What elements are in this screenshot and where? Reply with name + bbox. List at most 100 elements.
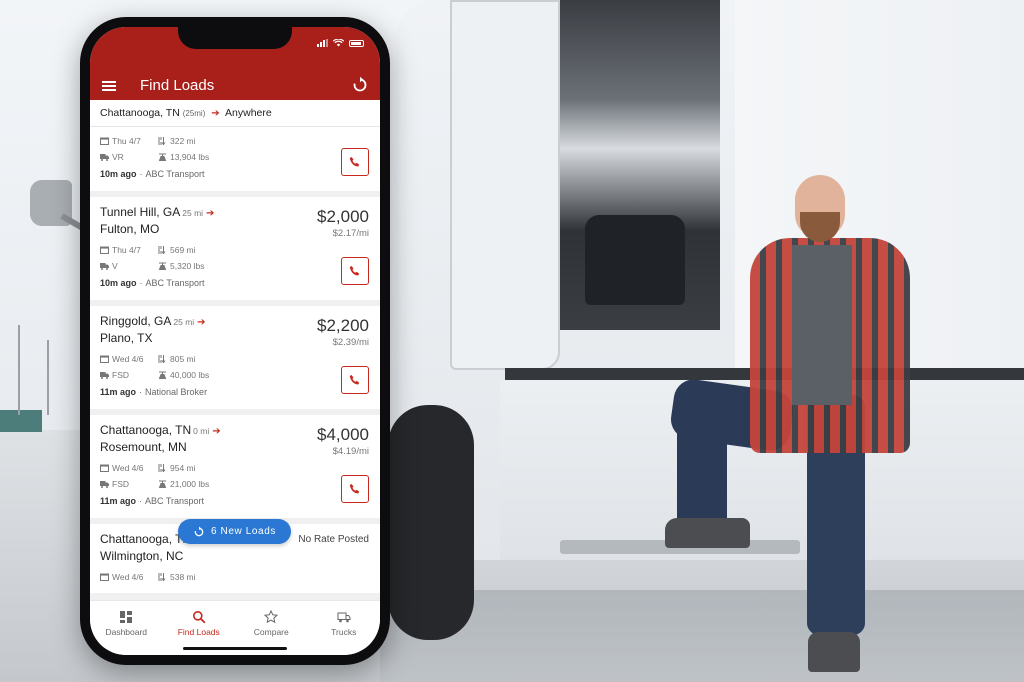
load-broker: National Broker [145,387,208,397]
open-cab-door [450,0,560,370]
weight-icon [158,262,167,270]
load-card[interactable]: Ringgold, GA 25 mi ➔ Plano, TX $2,200 $2.3… [90,306,380,409]
tab-label: Trucks [331,627,357,637]
load-equipment: V [112,261,118,271]
distance-icon [158,464,166,472]
page-title: Find Loads [140,77,215,94]
load-origin: Chattanooga, TN [100,423,192,437]
load-age: 11m ago [100,496,137,506]
driver-boot [665,518,750,548]
call-button[interactable] [341,257,369,285]
status-bar [317,39,364,47]
truck-icon [337,612,351,623]
load-distance: 322 mi [170,136,196,146]
dashboard-icon [120,611,133,623]
wifi-icon [333,39,344,47]
load-card[interactable]: Chattanooga, TN 0 mi ➔ Rosemount, MN $4,00… [90,415,380,518]
load-destination: Wilmington, NC [100,549,184,563]
load-age: 11m ago [100,387,137,397]
distance-icon [158,246,166,254]
phone-screen: Find Loads Chattanooga, TN (25mi) ➔ Anyw… [90,27,380,655]
load-date: Wed 4/6 [112,354,144,364]
load-distance: 569 mi [170,245,196,255]
distance-icon [158,573,166,581]
call-button[interactable] [341,148,369,176]
call-button[interactable] [341,475,369,503]
load-age: 10m ago [100,169,137,179]
search-origin: Chattanooga, TN [100,107,180,119]
load-distance: 954 mi [170,463,196,473]
load-equipment: VR [112,152,124,162]
load-age: 10m ago [100,278,137,288]
truck-icon [100,372,109,379]
signal-icon [317,39,328,47]
driver-tshirt [792,245,852,405]
load-weight: 5,320 lbs [170,261,205,271]
weight-icon [158,153,167,161]
calendar-icon [100,246,109,254]
phone-notch [178,27,292,49]
load-price: $2,200 [317,316,369,335]
load-equipment: FSD [112,370,129,380]
truck-tire [388,405,474,640]
search-destination: Anywhere [225,107,272,119]
tab-label: Dashboard [105,627,148,637]
phone-icon [349,375,360,385]
load-broker: ABC Transport [145,496,205,506]
tab-dashboard[interactable]: Dashboard [90,601,163,655]
driver-seat [585,215,685,305]
load-equipment: FSD [112,479,129,489]
tab-trucks[interactable]: Trucks [308,601,381,655]
load-date: Wed 4/6 [112,463,144,473]
load-weight: 21,000 lbs [170,479,210,489]
search-criteria[interactable]: Chattanooga, TN (25mi) ➔ Anywhere [90,100,380,127]
truck-icon [100,263,109,270]
load-distance: 805 mi [170,354,196,364]
load-card[interactable]: Thu 4/7 322 mi VR 13,904 lbs 10m ago · ABC… [90,127,380,191]
new-loads-button[interactable]: 6 New Loads [178,519,291,544]
load-price: $4,000 [317,425,369,444]
shipping-container [0,410,42,432]
truck-icon [100,481,109,488]
refresh-icon [194,526,204,536]
calendar-icon [100,137,109,145]
phone-icon [349,484,360,494]
origin-radius: 25 mi [173,317,195,327]
hamburger-icon [102,81,116,83]
load-date: Wed 4/6 [112,572,144,582]
load-weight: 40,000 lbs [170,370,210,380]
load-card[interactable]: Tunnel Hill, GA 25 mi ➔ Fulton, MO $2,000 … [90,197,380,300]
rate-per-mile: $4.19/mi [332,446,369,457]
load-price: $2,000 [317,207,369,226]
search-icon [192,611,206,624]
tab-label: Find Loads [177,627,220,637]
weight-icon [158,371,167,379]
arrow-right-icon: ➔ [206,208,215,219]
utility-pole [47,340,49,415]
phone-icon [349,266,360,276]
weight-icon [158,480,167,488]
arrow-right-icon: ➔ [197,317,206,328]
calendar-icon [100,464,109,472]
load-origin: Tunnel Hill, GA [100,205,181,219]
utility-pole [18,325,20,415]
calendar-icon [100,355,109,363]
load-date: Thu 4/7 [112,245,141,255]
menu-button[interactable] [102,81,116,91]
no-rate-posted: No Rate Posted [298,534,369,545]
load-distance: 538 mi [170,572,196,582]
arrow-right-icon: ➔ [211,108,220,119]
phone-mockup: Find Loads Chattanooga, TN (25mi) ➔ Anyw… [80,17,390,665]
call-button[interactable] [341,366,369,394]
phone-icon [349,157,360,167]
load-date: Thu 4/7 [112,136,141,146]
rate-per-mile: $2.17/mi [332,228,369,239]
refresh-icon[interactable] [351,76,369,94]
load-broker: ABC Transport [145,278,205,288]
new-loads-label: 6 New Loads [211,526,276,537]
origin-radius: 0 mi [193,426,210,436]
load-broker: ABC Transport [145,169,205,179]
driver-boot [808,632,860,672]
origin-radius: 25 mi [182,208,204,218]
truck-icon [100,154,109,161]
